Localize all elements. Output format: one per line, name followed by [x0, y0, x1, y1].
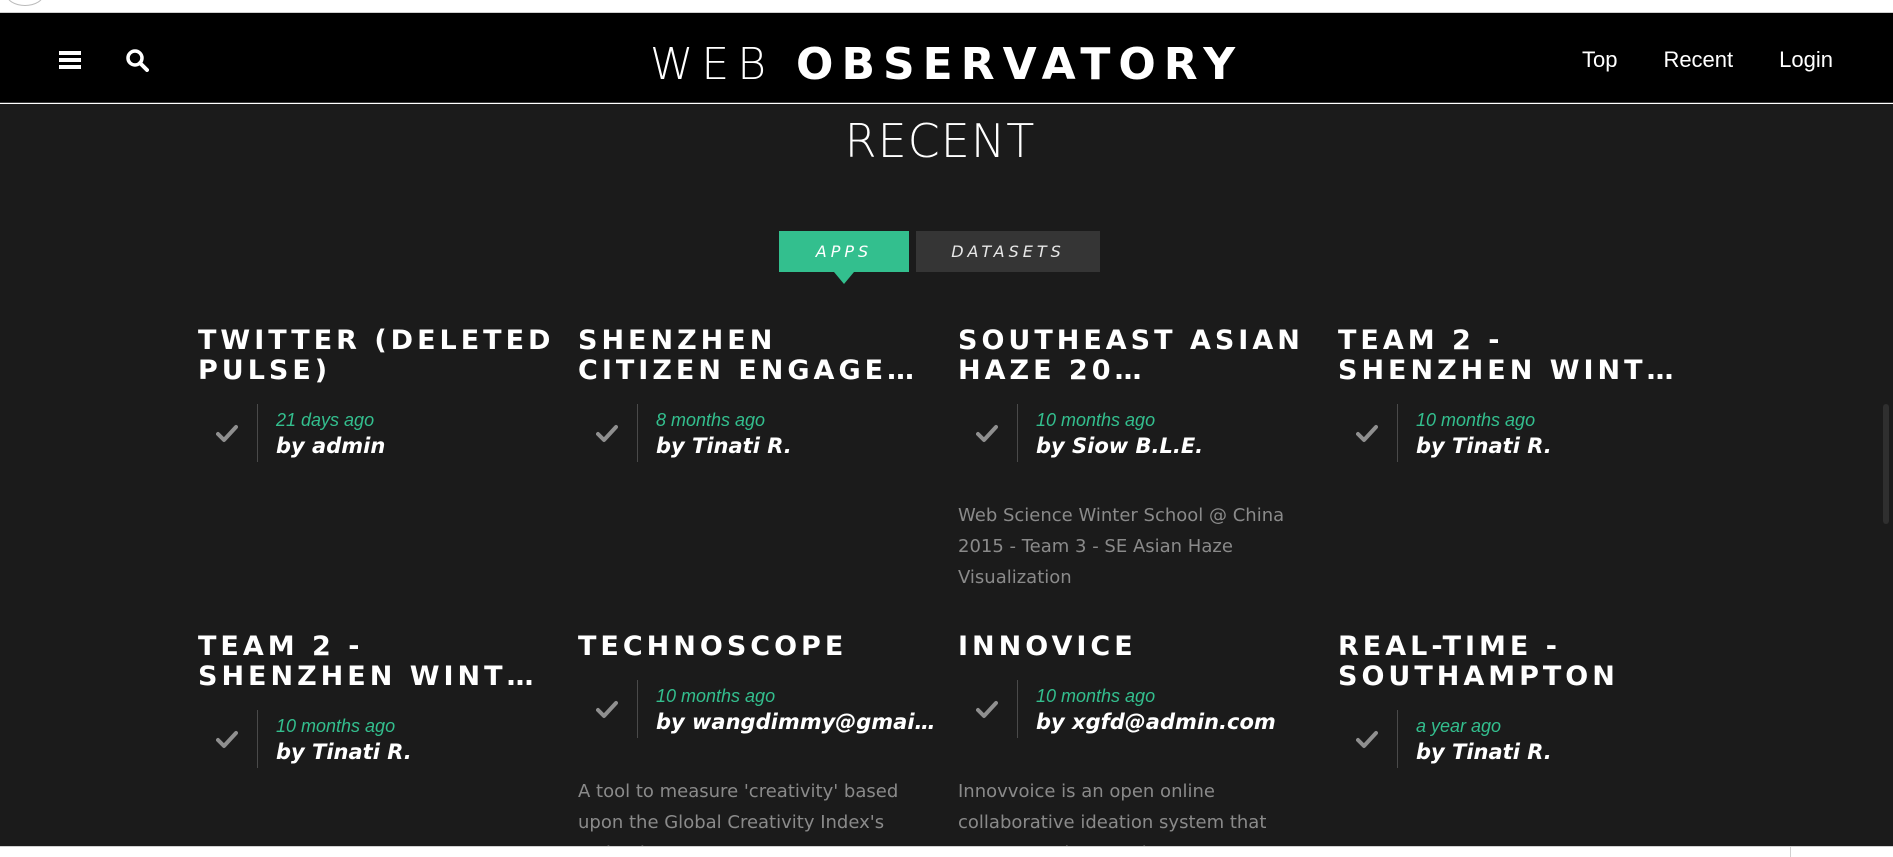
card-title-line: INNOVICE [958, 631, 1137, 662]
card-title-line: TEAM 2 - [198, 631, 364, 662]
nav-link-top[interactable]: Top [1582, 47, 1617, 73]
card-description: A tool to measure 'creativity' based upo… [578, 781, 899, 846]
meta-divider [1397, 710, 1398, 768]
card-title-line: REAL-TIME - [1338, 631, 1561, 662]
card-title-line: SHENZHEN [578, 325, 777, 356]
card-timestamp: 10 months ago [1036, 686, 1156, 706]
meta-divider [1017, 404, 1018, 462]
page-title: RECENT [844, 114, 1036, 168]
navbar: WEB OBSERVATORY Top Recent Login [0, 13, 1893, 103]
card-title-line: SOUTHAMPTON [1338, 661, 1619, 692]
card-meta: 10 months ago by Tinati R. [1338, 404, 1688, 462]
check-icon[interactable] [1356, 728, 1378, 750]
meta-divider [257, 404, 258, 462]
nav-link-recent[interactable]: Recent [1663, 47, 1733, 73]
card-title[interactable]: REAL-TIME - SOUTHAMPTON [1338, 632, 1688, 692]
card-title-line: TEAM 2 - [1338, 325, 1504, 356]
check-icon[interactable] [1356, 422, 1378, 444]
brand-bold: OBSERVATORY [796, 39, 1244, 90]
check-icon[interactable] [976, 698, 998, 720]
card-meta: 21 days ago by admin [198, 404, 548, 462]
tab-apps[interactable]: APPS [779, 231, 909, 284]
card-title-line: HAZE 20… [958, 355, 1146, 386]
card-description: Innovvoice is an open online collaborati… [958, 781, 1267, 846]
card-timestamp: 10 months ago [656, 686, 776, 706]
card-author: by Tinati R. [656, 434, 792, 458]
card-title[interactable]: TEAM 2 - SHENZHEN WINT… [198, 632, 548, 692]
app-card[interactable]: TEAM 2 - SHENZHEN WINT… 10 months ago by Ti… [198, 632, 548, 768]
browser-top-strip [0, 0, 1893, 13]
card-author: by admin [276, 434, 386, 458]
check-icon[interactable] [216, 422, 238, 444]
tab-bar: APPS DATASETS [779, 231, 1100, 284]
card-description: Web Science Winter School @ China 2015 -… [958, 505, 1285, 588]
check-icon[interactable] [596, 422, 618, 444]
meta-divider [1017, 680, 1018, 738]
card-timestamp: 8 months ago [656, 410, 766, 430]
card-meta: 10 months ago by Siow B.L.E. [958, 404, 1308, 462]
main-content: RECENT APPS DATASETS TWITTER (DELETED PUL… [0, 104, 1893, 846]
meta-divider [637, 404, 638, 462]
card-title[interactable]: SHENZHEN CITIZEN ENGAGE… [578, 326, 928, 386]
app-card[interactable]: INNOVICE 10 months ago by xgfd@admin.com In… [958, 632, 1308, 847]
card-meta: 8 months ago by Tinati R. [578, 404, 928, 462]
card-timestamp: 10 months ago [276, 716, 396, 736]
nav-links: Top Recent Login [1582, 47, 1833, 73]
card-author: by wangdimmy@gmai… [656, 710, 936, 734]
app-card[interactable]: TEAM 2 - SHENZHEN WINT… 10 months ago by Ti… [1338, 326, 1688, 462]
card-meta: 10 months ago by wangdimmy@gmai… [578, 680, 936, 738]
check-icon[interactable] [976, 422, 998, 444]
card-author: by Siow B.L.E. [1036, 434, 1204, 458]
card-author: by Tinati R. [1416, 434, 1552, 458]
card-title-line: PULSE) [198, 355, 332, 386]
card-meta: 10 months ago by xgfd@admin.com [958, 680, 1308, 738]
meta-divider [1397, 404, 1398, 462]
card-title[interactable]: TECHNOSCOPE [578, 632, 928, 662]
meta-divider [257, 710, 258, 768]
browser-tab-edge [6, 0, 44, 6]
card-timestamp: a year ago [1416, 716, 1502, 736]
scrollbar[interactable] [1879, 104, 1893, 846]
browser-bottom-strip [0, 846, 1893, 857]
card-title[interactable]: TEAM 2 - SHENZHEN WINT… [1338, 326, 1688, 386]
card-title-line: TWITTER (DELETED [198, 325, 555, 356]
card-title-line: CITIZEN ENGAGE… [578, 355, 919, 386]
card-timestamp: 10 months ago [1416, 410, 1536, 430]
card-title[interactable]: INNOVICE [958, 632, 1308, 662]
card-title-line: SHENZHEN WINT… [198, 661, 538, 692]
card-title-line: TECHNOSCOPE [578, 631, 848, 662]
app-card[interactable]: TWITTER (DELETED PULSE) 21 days ago by admi… [198, 325, 555, 462]
card-title-line: SHENZHEN WINT… [1338, 355, 1678, 386]
app-card[interactable]: SOUTHEAST ASIAN HAZE 20… 10 months ago by S… [958, 326, 1308, 593]
check-icon[interactable] [216, 728, 238, 750]
app-card[interactable]: REAL-TIME - SOUTHAMPTON a year ago by Tinat… [1338, 632, 1688, 768]
scrollbar-thumb[interactable] [1883, 404, 1889, 524]
card-meta: a year ago by Tinati R. [1338, 710, 1688, 768]
card-title[interactable]: TWITTER (DELETED PULSE) [198, 325, 555, 386]
card-title-line: SOUTHEAST ASIAN [958, 325, 1304, 356]
tab-datasets[interactable]: DATASETS [916, 231, 1100, 272]
card-timestamp: 21 days ago [276, 410, 375, 430]
check-icon[interactable] [596, 698, 618, 720]
card-author: by Tinati R. [276, 740, 412, 764]
app-card[interactable]: SHENZHEN CITIZEN ENGAGE… 8 months ago by Ti… [578, 326, 928, 462]
card-title[interactable]: SOUTHEAST ASIAN HAZE 20… [958, 326, 1308, 386]
card-author: by xgfd@admin.com [1036, 710, 1276, 734]
meta-divider [637, 680, 638, 738]
app-card[interactable]: TECHNOSCOPE 10 months ago by wangdimmy@gma… [578, 632, 936, 847]
card-author: by Tinati R. [1416, 740, 1552, 764]
card-meta: 10 months ago by Tinati R. [198, 710, 548, 768]
card-timestamp: 10 months ago [1036, 410, 1156, 430]
nav-link-login[interactable]: Login [1779, 47, 1833, 73]
brand-light: WEB [649, 39, 775, 90]
